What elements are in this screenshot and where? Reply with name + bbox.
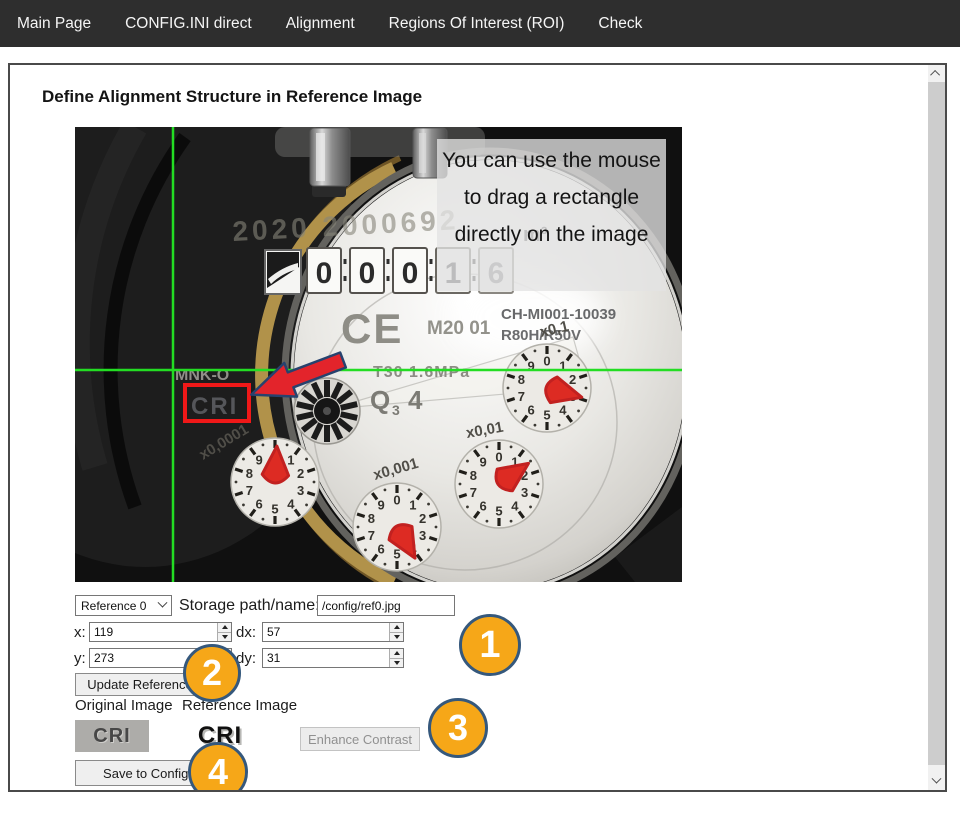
dx-spinner — [389, 623, 403, 641]
dx-input[interactable] — [263, 623, 389, 641]
dx-input-group — [262, 622, 404, 642]
svg-text:9: 9 — [256, 453, 263, 468]
alignment-mark-text: CRI — [191, 393, 238, 420]
svg-text:7: 7 — [368, 528, 375, 543]
svg-text:6: 6 — [256, 496, 263, 511]
ce-mark: CE — [341, 305, 403, 352]
svg-text:8: 8 — [368, 511, 375, 526]
scroll-up-arrow-icon[interactable] — [928, 65, 945, 82]
reference-image-canvas[interactable]: 2020 2000692 0 0 0 1 — [75, 127, 682, 582]
q3-letter: Q — [370, 385, 390, 415]
svg-text:6: 6 — [528, 402, 535, 417]
dy-spinner-down-icon[interactable] — [390, 658, 403, 668]
vertical-scrollbar[interactable] — [928, 65, 945, 790]
svg-text:8: 8 — [246, 466, 253, 481]
svg-text:4: 4 — [511, 498, 519, 513]
svg-text:3: 3 — [521, 485, 528, 500]
callout-2: 2 — [183, 644, 241, 702]
svg-text:5: 5 — [271, 502, 278, 517]
dial-x0-01: 0123456789 — [455, 440, 543, 528]
dx-spinner-up-icon[interactable] — [390, 623, 403, 632]
svg-text:5: 5 — [543, 408, 550, 423]
reference-select-value: Reference 0 — [81, 599, 146, 613]
original-image-label: Original Image — [75, 697, 173, 714]
nav-roi[interactable]: Regions Of Interest (ROI) — [372, 0, 582, 47]
dial-x0-001: 0123456789 — [353, 483, 441, 571]
content-frame: Define Alignment Structure in Reference … — [8, 63, 947, 792]
nav-main-page[interactable]: Main Page — [0, 0, 108, 47]
ce-code: M20 01 — [427, 318, 491, 339]
svg-text:7: 7 — [470, 485, 477, 500]
dx-label: dx: — [236, 624, 256, 641]
nav-config-ini[interactable]: CONFIG.INI direct — [108, 0, 269, 47]
svg-text:3: 3 — [419, 528, 426, 543]
dx-spinner-down-icon[interactable] — [390, 632, 403, 642]
svg-text:9: 9 — [378, 498, 385, 513]
dy-spinner — [389, 649, 403, 667]
storage-path-label: Storage path/name: — [179, 597, 320, 615]
storage-path-input[interactable] — [317, 595, 455, 616]
y-label: y: — [74, 650, 86, 667]
x-input-group — [89, 622, 232, 642]
svg-text:1: 1 — [559, 359, 566, 374]
drag-hint-overlay: You can use the mouse to drag a rectangl… — [437, 139, 666, 291]
svg-text:2: 2 — [569, 372, 576, 387]
dial-x0-0001: 0123456789 — [231, 438, 319, 526]
scrollbar-thumb[interactable] — [928, 82, 945, 765]
page-title: Define Alignment Structure in Reference … — [42, 87, 422, 107]
dy-input-group — [262, 648, 404, 668]
svg-text:9: 9 — [480, 455, 487, 470]
chevron-down-icon — [158, 598, 168, 608]
nav-check[interactable]: Check — [581, 0, 659, 47]
svg-text:0: 0 — [402, 257, 419, 290]
svg-text:7: 7 — [518, 389, 525, 404]
q3-value: 4 — [408, 385, 423, 415]
content-area: Define Alignment Structure in Reference … — [10, 65, 928, 790]
callout-3: 3 — [428, 698, 488, 758]
svg-text:2: 2 — [297, 466, 304, 481]
original-image-thumbnail: CRI — [75, 720, 149, 752]
svg-text:1: 1 — [409, 498, 416, 513]
svg-text:6: 6 — [480, 498, 487, 513]
svg-text:0: 0 — [316, 257, 333, 290]
svg-text:0: 0 — [495, 450, 502, 465]
top-navbar: Main Page CONFIG.INI direct Alignment Re… — [0, 0, 960, 47]
svg-text:3: 3 — [297, 483, 304, 498]
svg-text:2: 2 — [419, 511, 426, 526]
svg-text:4: 4 — [559, 402, 567, 417]
reference-image-label: Reference Image — [182, 697, 297, 714]
dy-input[interactable] — [263, 649, 389, 667]
svg-text:8: 8 — [518, 372, 525, 387]
reference-select[interactable]: Reference 0 — [75, 595, 172, 616]
scroll-down-arrow-icon[interactable] — [928, 773, 945, 790]
nav-alignment[interactable]: Alignment — [269, 0, 372, 47]
enhance-contrast-button[interactable]: Enhance Contrast — [300, 727, 420, 751]
pressure-text: T30 1.6MPa — [373, 364, 470, 381]
svg-text:1: 1 — [287, 453, 294, 468]
x-input[interactable] — [90, 623, 217, 641]
svg-text:6: 6 — [378, 541, 385, 556]
svg-text:0: 0 — [359, 257, 376, 290]
x-spinner — [217, 623, 231, 641]
dy-spinner-up-icon[interactable] — [390, 649, 403, 658]
svg-text:9: 9 — [528, 359, 535, 374]
q3-sub: 3 — [392, 402, 400, 418]
svg-text:0: 0 — [543, 354, 550, 369]
svg-text:7: 7 — [246, 483, 253, 498]
svg-text:5: 5 — [495, 504, 502, 519]
callout-1: 1 — [459, 614, 521, 676]
x-spinner-up-icon[interactable] — [218, 623, 231, 632]
turbine-gear — [294, 378, 360, 444]
svg-text:8: 8 — [470, 468, 477, 483]
x-label: x: — [74, 624, 86, 641]
svg-text:4: 4 — [287, 496, 295, 511]
x-spinner-down-icon[interactable] — [218, 632, 231, 642]
dial-x0-1: 0123456789 — [503, 344, 591, 432]
svg-text:0: 0 — [393, 493, 400, 508]
